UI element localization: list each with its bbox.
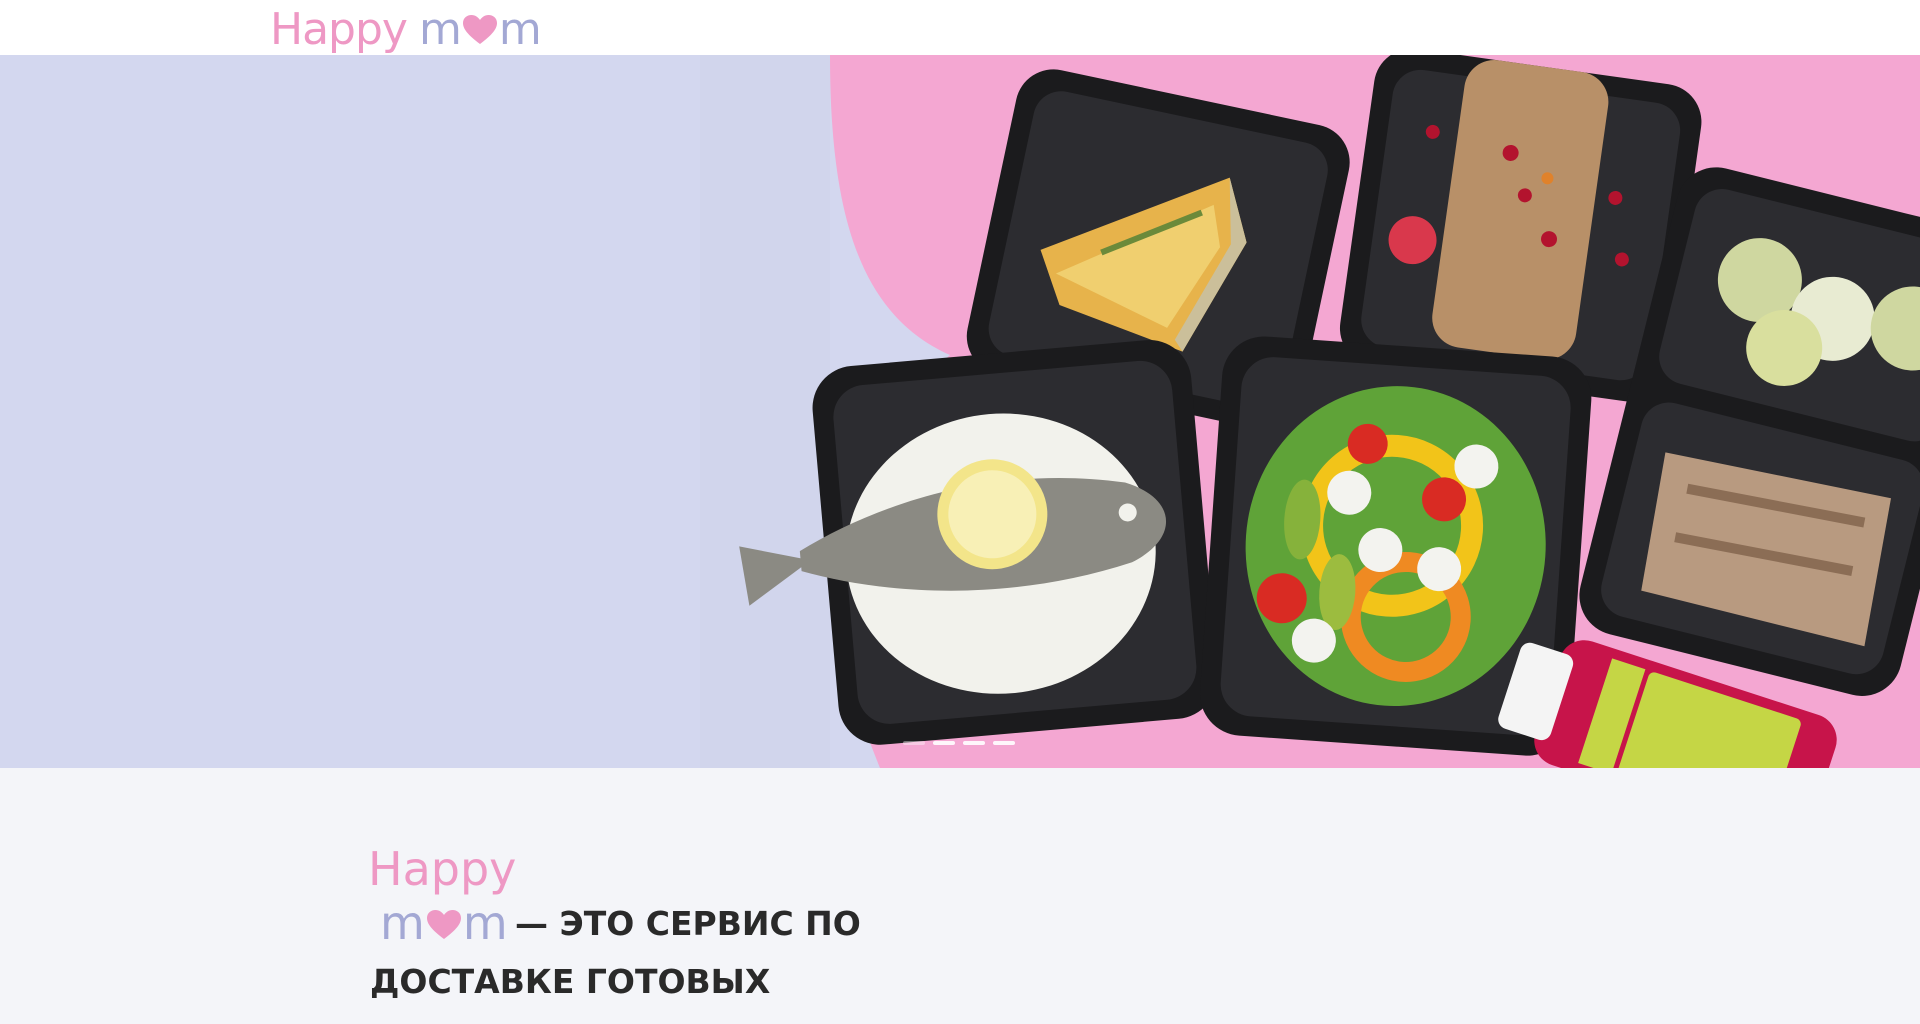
slider-dots <box>903 741 1015 745</box>
slider-dot-2[interactable] <box>933 741 955 745</box>
heart-icon <box>462 6 498 44</box>
slider-dot-4[interactable] <box>993 741 1015 745</box>
hero-banner <box>0 55 1920 768</box>
brand-logo[interactable]: Happy m m <box>270 4 542 56</box>
meal-containers-photo <box>700 55 1920 768</box>
about-section <box>0 768 1920 1024</box>
slider-dot-1[interactable] <box>903 741 925 745</box>
about-logo-happy-text: Happy <box>368 842 517 896</box>
top-navbar: Happy m m <box>0 0 1920 55</box>
slider-dot-3[interactable] <box>963 741 985 745</box>
logo-happy-text: Happy <box>270 4 408 55</box>
about-description: — это сервис по доставке готовых <box>370 904 861 1001</box>
logo-mom-text: mm <box>418 4 542 55</box>
